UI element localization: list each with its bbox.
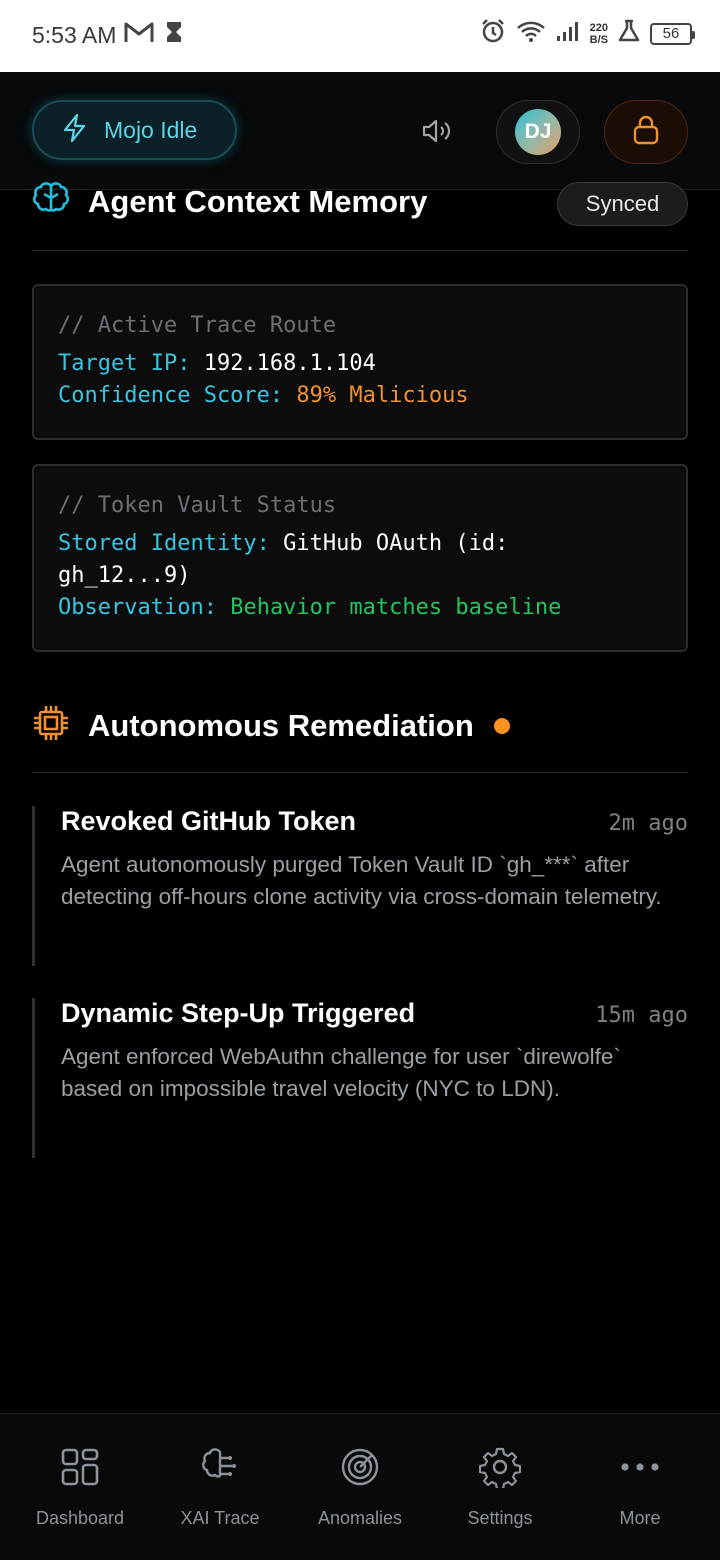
divider <box>32 250 688 251</box>
target-ip-line: Target IP: 192.168.1.104 <box>58 348 662 380</box>
context-memory-title: Agent Context Memory <box>88 183 428 219</box>
brain-icon <box>32 180 70 223</box>
cpu-chip-icon <box>32 704 70 747</box>
divider <box>32 772 688 773</box>
more-dots-icon <box>620 1460 660 1478</box>
wifi-icon <box>516 19 546 48</box>
mojo-status-label: Mojo Idle <box>104 116 198 143</box>
nav-dashboard[interactable]: Dashboard <box>10 1446 150 1529</box>
stored-identity-value-cont: gh_12...9) <box>58 563 191 588</box>
confidence-line: Confidence Score: 89% Malicious <box>58 380 662 412</box>
lock-icon <box>631 114 661 151</box>
nav-label: XAI Trace <box>180 1508 260 1528</box>
bottom-navigation: Dashboard XAI Trace Anomalies Settings M… <box>0 1413 720 1560</box>
nav-label: Settings <box>467 1508 533 1528</box>
nav-xai-trace[interactable]: XAI Trace <box>150 1446 290 1529</box>
stored-identity-key: Stored Identity: <box>58 531 270 556</box>
event-time: 2m ago <box>608 811 688 836</box>
stored-identity-line: Stored Identity: GitHub OAuth (id: <box>58 528 662 560</box>
battery-icon: 56 <box>650 22 695 45</box>
remediation-event[interactable]: Revoked GitHub Token 2m ago Agent autono… <box>32 806 688 966</box>
nav-label: Anomalies <box>317 1508 403 1528</box>
speaker-button[interactable] <box>420 116 454 151</box>
target-ip-key: Target IP: <box>58 351 191 376</box>
system-status-bar: 5:53 AM 220 B/S 56 <box>0 0 720 72</box>
avatar: DJ <box>515 109 561 155</box>
vault-comment: // Token Vault Status <box>58 493 337 518</box>
observation-key: Observation: <box>58 595 217 620</box>
alarm-icon <box>480 18 506 49</box>
hourglass-icon <box>166 21 182 48</box>
signal-icon <box>556 20 580 47</box>
stored-identity-value: GitHub OAuth (id: <box>283 531 509 556</box>
observation-line: Observation: Behavior matches baseline <box>58 592 662 624</box>
event-title: Dynamic Step-Up Triggered <box>61 998 416 1028</box>
mojo-status-button[interactable]: Mojo Idle <box>32 100 237 160</box>
brain-icon <box>199 1446 241 1493</box>
status-time: 5:53 AM <box>32 22 117 48</box>
event-description: Agent autonomously purged Token Vault ID… <box>61 852 662 909</box>
gear-icon <box>478 1446 522 1493</box>
nav-label: More <box>619 1508 661 1528</box>
lock-button[interactable] <box>604 100 688 164</box>
remediation-event[interactable]: Dynamic Step-Up Triggered 15m ago Agent … <box>32 998 688 1158</box>
gmail-icon <box>124 20 154 49</box>
token-vault-status-box: // Token Vault Status Stored Identity: G… <box>32 464 688 652</box>
avatar-button[interactable]: DJ <box>496 100 580 164</box>
event-time: 15m ago <box>595 1003 688 1028</box>
live-indicator-dot <box>493 717 510 734</box>
app-header: Mojo Idle DJ <box>0 72 720 190</box>
remediation-title: Autonomous Remediation <box>88 707 474 743</box>
dashboard-icon <box>60 1447 100 1492</box>
confidence-value: 89% Malicious <box>296 383 469 408</box>
lightning-icon <box>60 113 90 148</box>
speaker-icon <box>420 119 454 150</box>
target-ip-value: 192.168.1.104 <box>203 351 376 376</box>
radar-icon <box>339 1446 381 1493</box>
network-rate: 220 B/S <box>589 21 608 46</box>
remediation-header: Autonomous Remediation <box>32 704 510 747</box>
nav-settings[interactable]: Settings <box>430 1446 570 1529</box>
active-trace-route-box: // Active Trace Route Target IP: 192.168… <box>32 284 688 440</box>
observation-value: Behavior matches baseline <box>230 595 562 620</box>
synced-badge: Synced <box>557 182 688 226</box>
event-description: Agent enforced WebAuthn challenge for us… <box>61 1044 621 1101</box>
nav-label: Dashboard <box>35 1508 125 1528</box>
trace-comment: // Active Trace Route <box>58 313 337 338</box>
event-title: Revoked GitHub Token <box>61 806 357 836</box>
nav-more[interactable]: More <box>570 1446 710 1529</box>
context-memory-header: Agent Context Memory <box>32 180 427 223</box>
nav-anomalies[interactable]: Anomalies <box>290 1446 430 1529</box>
confidence-key: Confidence Score: <box>58 383 284 408</box>
flask-icon <box>618 19 640 48</box>
